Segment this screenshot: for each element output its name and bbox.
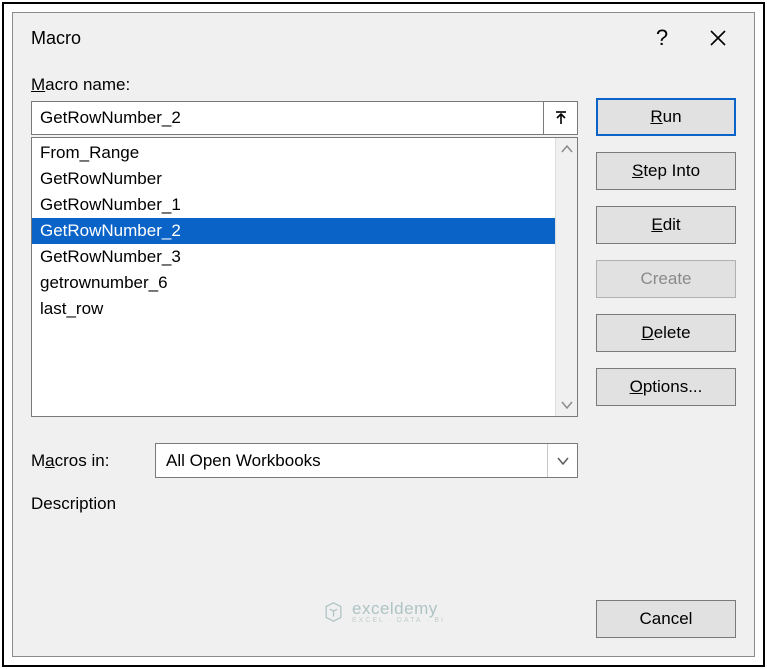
titlebar: Macro ? [13,13,754,63]
cancel-button[interactable]: Cancel [596,600,736,638]
scrollbar[interactable] [555,138,577,416]
select-arrow [547,444,577,477]
macro-listbox[interactable]: From_Range GetRowNumber GetRowNumber_1 G… [31,137,578,417]
description-label: Description [31,494,578,514]
left-column: Macro name: From_Range GetRowNumber GetR… [31,75,578,586]
list-item[interactable]: GetRowNumber_3 [32,244,577,270]
list-item[interactable]: GetRowNumber_1 [32,192,577,218]
create-button: Create [596,260,736,298]
list-item[interactable]: getrownumber_6 [32,270,577,296]
macro-name-row [31,101,578,135]
macro-name-label: Macro name: [31,75,578,95]
macros-in-value: All Open Workbooks [156,451,547,471]
macros-in-label: Macros in: [31,451,139,471]
run-button[interactable]: Run [596,98,736,136]
step-into-button[interactable]: Step Into [596,152,736,190]
dialog-title: Macro [31,28,634,49]
help-button[interactable]: ? [634,18,690,58]
delete-button[interactable]: Delete [596,314,736,352]
outer-frame: Macro ? Macro name: From_Range [2,2,765,667]
close-button[interactable] [690,18,746,58]
close-icon [709,29,727,47]
up-arrow-icon [553,110,569,126]
list-inner: From_Range GetRowNumber GetRowNumber_1 G… [32,138,577,416]
chevron-down-icon [556,454,570,468]
list-item[interactable]: GetRowNumber [32,166,577,192]
macro-dialog: Macro ? Macro name: From_Range [12,12,755,657]
macros-in-row: Macros in: All Open Workbooks [31,443,578,478]
right-column: Run Step Into Edit Create Delete Options… [596,75,736,586]
macro-go-button[interactable] [544,101,578,135]
macro-name-input[interactable] [31,101,544,135]
chevron-up-icon [560,142,574,156]
options-button[interactable]: Options... [596,368,736,406]
dialog-body: Macro name: From_Range GetRowNumber GetR… [13,63,754,600]
dialog-footer: Cancel [13,600,754,656]
help-icon: ? [656,25,668,51]
list-item[interactable]: last_row [32,296,577,322]
macros-in-select[interactable]: All Open Workbooks [155,443,578,478]
list-item[interactable]: GetRowNumber_2 [32,218,577,244]
edit-button[interactable]: Edit [596,206,736,244]
chevron-down-icon [560,398,574,412]
list-item[interactable]: From_Range [32,140,577,166]
